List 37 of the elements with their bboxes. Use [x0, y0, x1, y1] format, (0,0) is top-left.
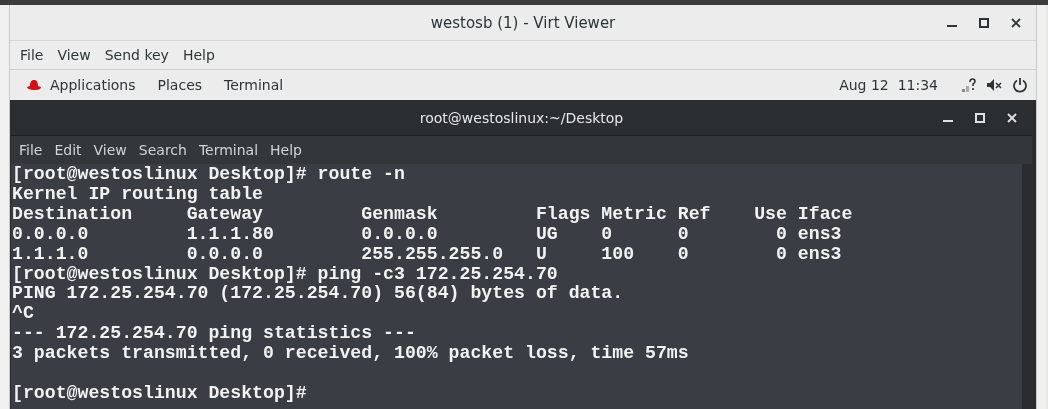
menu-item[interactable]: Terminal	[192, 140, 265, 160]
hat-icon	[26, 79, 42, 91]
maximize-icon	[979, 17, 989, 28]
speaker-muted-icon[interactable]	[986, 78, 1002, 92]
terminal-prompt: [root@westoslinux Desktop]#	[12, 383, 308, 404]
terminal-line: 1.1.1.0 0.0.0.0 255.255.255.0 U 100 0 0 ens3	[12, 244, 843, 265]
network-icon[interactable]	[962, 78, 976, 92]
menu-item[interactable]: Search	[132, 140, 193, 160]
top-bar-item[interactable]: Places	[151, 77, 209, 93]
minimize-icon	[943, 120, 953, 122]
terminal-line: Kernel IP routing table	[12, 184, 265, 205]
menu-item[interactable]: File	[13, 140, 49, 160]
top-bar-item[interactable]: Applications	[20, 77, 142, 93]
terminal-line: 0.0.0.0 1.1.1.80 0.0.0.0 UG 0 0 0 ens3	[12, 224, 843, 245]
terminal-title: root@westoslinux:~/Desktop	[419, 109, 624, 126]
terminal-line: 3 packets transmitted, 0 received, 100% packet loss, time 57ms	[12, 344, 690, 365]
close-icon	[1007, 112, 1017, 123]
clock[interactable]: Aug 12 11:34	[839, 77, 938, 93]
power-icon[interactable]	[1012, 77, 1028, 93]
window-title: westosb (1) - Virt Viewer	[430, 13, 616, 32]
menu-item[interactable]: Help	[176, 45, 221, 65]
minimize-icon	[947, 25, 957, 27]
terminal-line: [root@westoslinux Desktop]# ping -c3 172.25.254.70	[12, 264, 559, 285]
menu-item[interactable]: Edit	[48, 140, 88, 160]
menu-item[interactable]: View	[87, 140, 133, 160]
menu-item[interactable]: View	[51, 45, 97, 65]
terminal-line: --- 172.25.254.70 ping statistics ---	[12, 324, 417, 345]
terminal-line: [root@westoslinux Desktop]# route -n	[12, 165, 406, 185]
menu-item[interactable]: File	[14, 45, 50, 65]
menu-item[interactable]: Send key	[98, 45, 175, 65]
terminal-line: Destination Gateway Genmask Flags Metric Ref Use Iface	[12, 204, 854, 225]
terminal-line: PING 172.25.254.70 (172.25.254.70) 56(84) bytes of data.	[12, 284, 625, 305]
close-icon	[1011, 17, 1021, 28]
menu-item[interactable]: Help	[264, 140, 308, 160]
top-bar-item[interactable]: Terminal	[218, 77, 290, 93]
maximize-icon	[975, 112, 985, 123]
terminal-line: ^C	[12, 304, 35, 325]
